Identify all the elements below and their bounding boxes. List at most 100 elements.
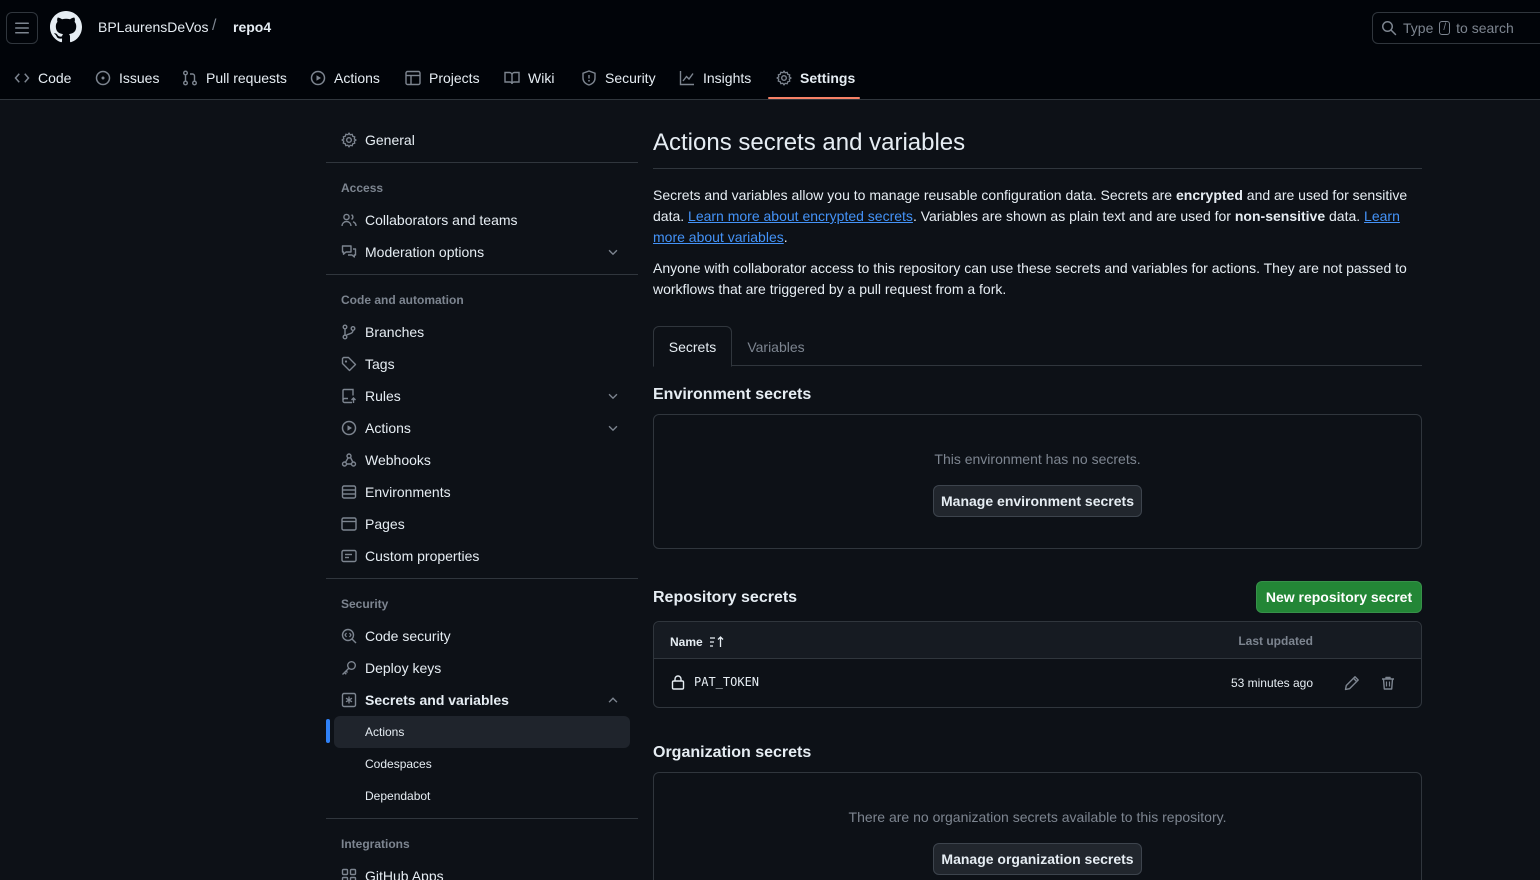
- active-item-indicator: [326, 719, 330, 743]
- sidebar-item-pages[interactable]: Pages: [326, 508, 630, 540]
- sidebar-item-environments[interactable]: Environments: [326, 476, 630, 508]
- tab-secrets[interactable]: Secrets: [653, 326, 732, 367]
- tab-label: Insights: [703, 70, 752, 86]
- tab-label: Projects: [429, 70, 480, 86]
- github-logo-icon[interactable]: [50, 11, 82, 43]
- play-icon: [310, 70, 326, 86]
- sidebar-item-custom-properties[interactable]: Custom properties: [326, 540, 630, 572]
- learn-more-secrets-link[interactable]: Learn more about encrypted secrets: [688, 208, 913, 224]
- graph-icon: [679, 71, 694, 86]
- sidebar-item-actions[interactable]: Actions: [326, 412, 630, 444]
- sidebar-item-label: Secrets and variables: [365, 692, 509, 708]
- hamburger-icon: [15, 22, 29, 34]
- issue-icon: [95, 70, 111, 86]
- codescan-icon: [341, 628, 357, 644]
- sidebar-item-webhooks[interactable]: Webhooks: [326, 444, 630, 476]
- sidebar-divider: [326, 578, 638, 579]
- webhook-icon: [341, 453, 357, 467]
- sidebar-item-label: Webhooks: [365, 452, 431, 468]
- tab-label: Actions: [334, 70, 380, 86]
- tab-projects[interactable]: Projects: [405, 56, 480, 100]
- sidebar-item-label: Code security: [365, 628, 451, 644]
- search-placeholder-suffix: to search: [1456, 20, 1514, 36]
- sidebar-subitem-codespaces[interactable]: Codespaces: [326, 748, 630, 780]
- comment-discussion-icon: [341, 245, 357, 258]
- sidebar-item-tags[interactable]: Tags: [326, 348, 630, 380]
- desc-bold-encrypted: encrypted: [1175, 187, 1243, 203]
- path-separator: /: [212, 17, 217, 34]
- tab-issues[interactable]: Issues: [95, 56, 159, 100]
- tab-label: Issues: [119, 70, 160, 86]
- tab-settings[interactable]: Settings: [776, 56, 855, 100]
- sidebar-item-secrets-and-variables[interactable]: Secrets and variables: [326, 684, 630, 716]
- gear-icon: [341, 132, 357, 148]
- menu-button[interactable]: [6, 12, 38, 44]
- new-repository-secret-button[interactable]: New repository secret: [1256, 581, 1422, 613]
- chevron-down-icon: [608, 393, 618, 400]
- sidebar-item-github-apps[interactable]: GitHub Apps: [326, 860, 630, 880]
- sidebar-item-general[interactable]: General: [326, 124, 630, 156]
- desc-bold-non-sensitive: non-sensitive: [1234, 208, 1326, 224]
- shield-icon: [582, 70, 596, 86]
- sidebar-subitem-actions[interactable]: Actions: [334, 716, 630, 748]
- sidebar-item-branches[interactable]: Branches: [326, 316, 630, 348]
- play-icon: [341, 420, 357, 436]
- tab-label: Wiki: [528, 70, 555, 86]
- sidebar-item-label: Dependabot: [365, 789, 431, 803]
- chevron-down-icon: [608, 249, 618, 256]
- sidebar-item-label: Actions: [365, 725, 405, 739]
- pencil-icon[interactable]: [1344, 675, 1360, 691]
- sidebar-heading-integrations: Integrations: [341, 837, 410, 851]
- sort-ascending-icon: [709, 636, 724, 647]
- key-icon: [342, 661, 356, 675]
- environment-secrets-title: Environment secrets: [653, 386, 812, 403]
- manage-environment-secrets-button[interactable]: Manage environment secrets: [933, 485, 1142, 517]
- sidebar-divider: [326, 818, 638, 819]
- desc-text: . Variables are shown as plain text and …: [912, 208, 1235, 224]
- sidebar-item-label: Tags: [365, 356, 395, 372]
- browser-icon: [341, 517, 357, 531]
- chevron-up-icon: [608, 697, 618, 703]
- secret-name-cell: PAT_TOKEN: [670, 674, 759, 690]
- sidebar-item-label: Pages: [365, 516, 405, 532]
- note-icon: [341, 549, 357, 563]
- owner-link[interactable]: BPLaurensDeVos: [98, 19, 209, 35]
- trash-icon[interactable]: [1380, 675, 1396, 691]
- server-icon: [341, 485, 357, 499]
- people-icon: [341, 213, 357, 227]
- tab-label: Pull requests: [206, 70, 287, 86]
- environment-secrets-box: This environment has no secrets. Manage …: [653, 414, 1422, 549]
- repository-secrets-table: Name Last updated PAT_TOKEN 53 minutes a…: [653, 621, 1422, 708]
- tab-code[interactable]: Code: [14, 56, 71, 100]
- sort-by-name-button[interactable]: Name: [670, 634, 725, 650]
- sidebar-item-label: Environments: [365, 484, 451, 500]
- tab-insights[interactable]: Insights: [679, 56, 751, 100]
- tab-security[interactable]: Security: [581, 56, 656, 100]
- code-icon: [14, 73, 30, 83]
- tab-actions[interactable]: Actions: [310, 56, 380, 100]
- asterisk-box-icon: [341, 692, 357, 708]
- sidebar-item-label: Codespaces: [365, 757, 432, 771]
- desc-text: .: [783, 229, 788, 245]
- manage-organization-secrets-button[interactable]: Manage organization secrets: [933, 843, 1142, 875]
- sidebar-item-label: Branches: [365, 324, 425, 340]
- repo-link[interactable]: repo4: [233, 19, 271, 35]
- sidebar-item-code-security[interactable]: Code security: [326, 620, 630, 652]
- column-name-label: Name: [670, 635, 703, 649]
- search-input[interactable]: Type / to search: [1372, 12, 1540, 44]
- tab-variables[interactable]: Variables: [732, 326, 820, 367]
- tag-icon: [341, 356, 357, 372]
- sidebar-item-moderation[interactable]: Moderation options: [326, 236, 630, 268]
- secrets-variables-tabs: Secrets Variables: [653, 326, 1422, 367]
- sidebar-subitem-dependabot[interactable]: Dependabot: [326, 780, 630, 812]
- settings-sidebar: General Access Collaborators and teams M…: [326, 100, 638, 880]
- tab-pull-requests[interactable]: Pull requests: [182, 56, 287, 100]
- sidebar-item-rules[interactable]: Rules: [326, 380, 630, 412]
- lock-icon: [671, 675, 685, 690]
- sidebar-divider: [326, 162, 638, 163]
- sidebar-item-collaborators[interactable]: Collaborators and teams: [326, 204, 630, 236]
- sidebar-heading-access: Access: [341, 181, 384, 195]
- tab-wiki[interactable]: Wiki: [504, 56, 554, 100]
- sidebar-item-deploy-keys[interactable]: Deploy keys: [326, 652, 630, 684]
- description: Secrets and variables allow you to manag…: [653, 185, 1422, 248]
